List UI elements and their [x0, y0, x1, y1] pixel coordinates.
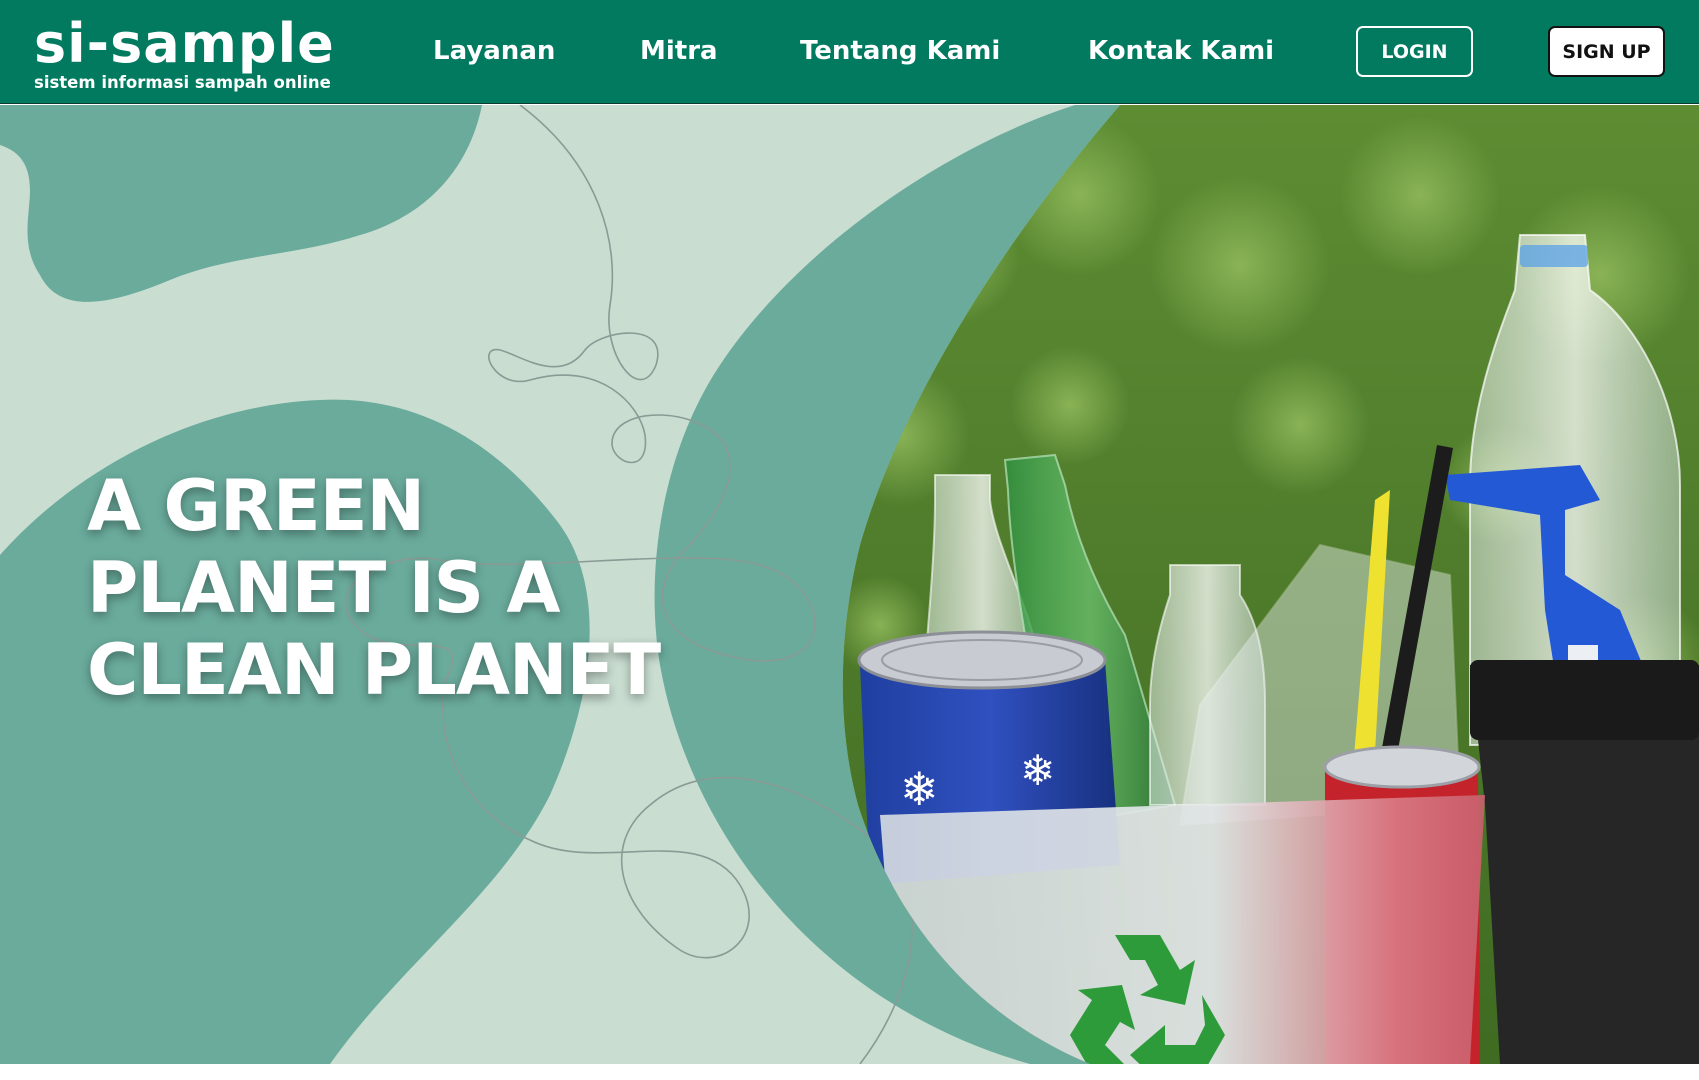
nav-link-layanan[interactable]: Layanan [433, 34, 555, 68]
hero-title-line: CLEAN PLANET [87, 629, 661, 711]
hero-title: A GREEN PLANET IS A CLEAN PLANET [87, 465, 727, 711]
top-left-blob [0, 105, 482, 302]
hero-section: ❄ ❄ A GREEN PLANET IS A CLEAN PLANET [0, 105, 1699, 1064]
brand-tagline: sistem informasi sampah online [34, 73, 331, 92]
svg-text:❄: ❄ [1020, 746, 1055, 795]
hero-title-line: PLANET IS A [87, 547, 561, 629]
brand-name: si-sample [34, 12, 335, 75]
brand-logo[interactable]: si-sample sistem informasi sampah online [34, 14, 335, 92]
login-button[interactable]: LOGIN [1356, 26, 1473, 77]
svg-text:❄: ❄ [900, 762, 939, 816]
page-bottom-strip [0, 1064, 1699, 1080]
signup-button[interactable]: SIGN UP [1548, 26, 1665, 77]
navbar: si-sample sistem informasi sampah online… [0, 0, 1699, 104]
hero-title-line: A GREEN [87, 465, 425, 547]
nav-link-kontak-kami[interactable]: Kontak Kami [1088, 34, 1274, 68]
nav-link-mitra[interactable]: Mitra [640, 34, 718, 68]
nav-link-tentang-kami[interactable]: Tentang Kami [800, 34, 1000, 68]
